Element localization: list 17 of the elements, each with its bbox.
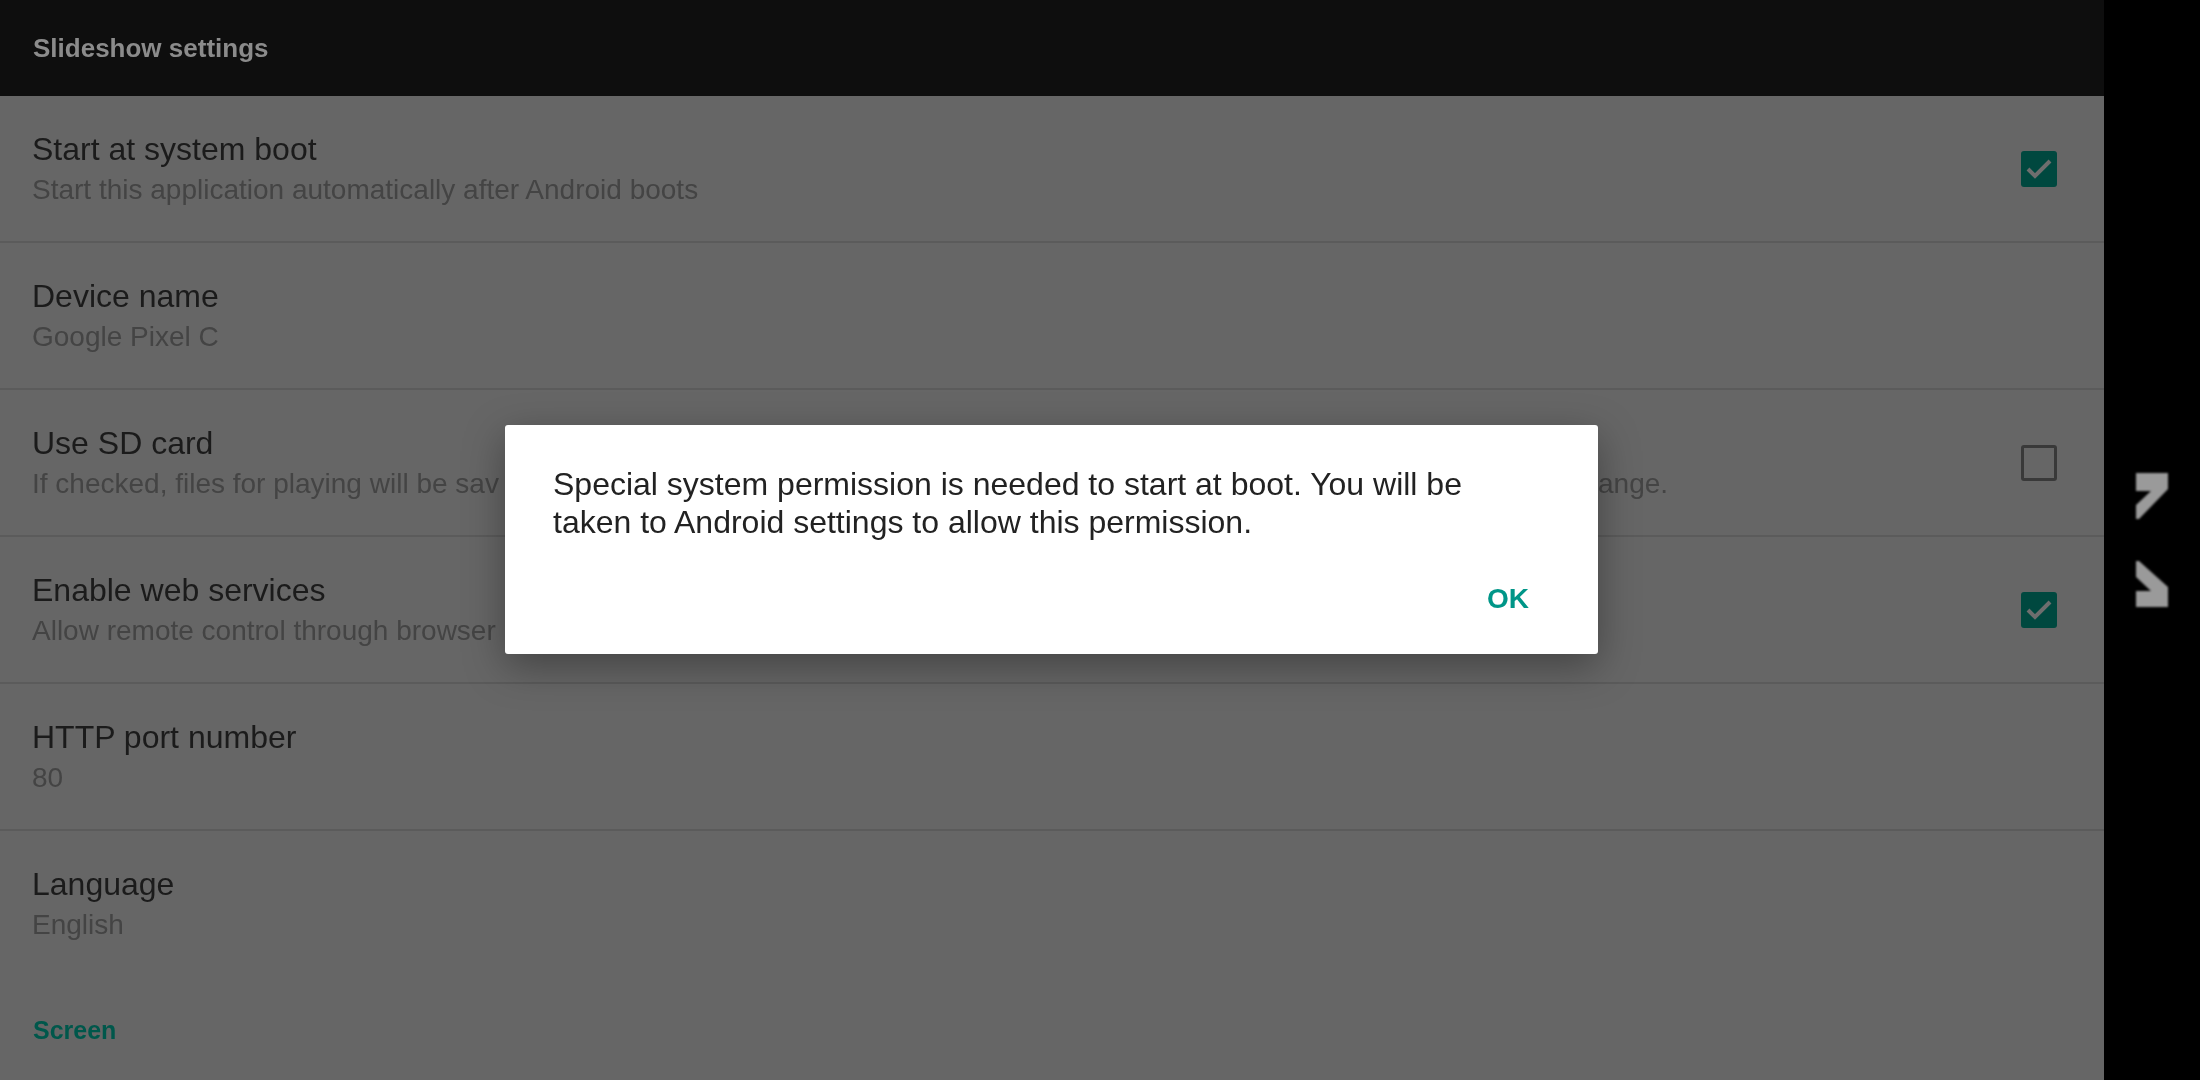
category-header: Screen (33, 1016, 117, 1044)
nav-bar-icon[interactable] (2136, 561, 2168, 609)
checkbox[interactable] (2021, 150, 2057, 187)
app-bar-title: Slideshow settings (33, 32, 269, 65)
checkmark-icon (2026, 599, 2052, 620)
ok-button[interactable]: OK (1471, 575, 1545, 623)
nav-bar-icon[interactable] (2136, 471, 2168, 521)
dialog-message: Special system permission is needed to start at boot. You will be taken to Android settings to allow this permission. (553, 465, 1463, 541)
setting-title: Enable web services (32, 571, 326, 610)
checkbox[interactable] (2021, 591, 2057, 628)
setting-title: Start at system boot (32, 130, 317, 169)
setting-title: Use SD card (32, 424, 214, 463)
checkmark-icon (2026, 158, 2052, 179)
setting-title: Device name (32, 277, 219, 316)
checkbox[interactable] (2021, 444, 2057, 481)
setting-title: HTTP port number (32, 718, 297, 757)
setting-title: Language (32, 865, 175, 904)
